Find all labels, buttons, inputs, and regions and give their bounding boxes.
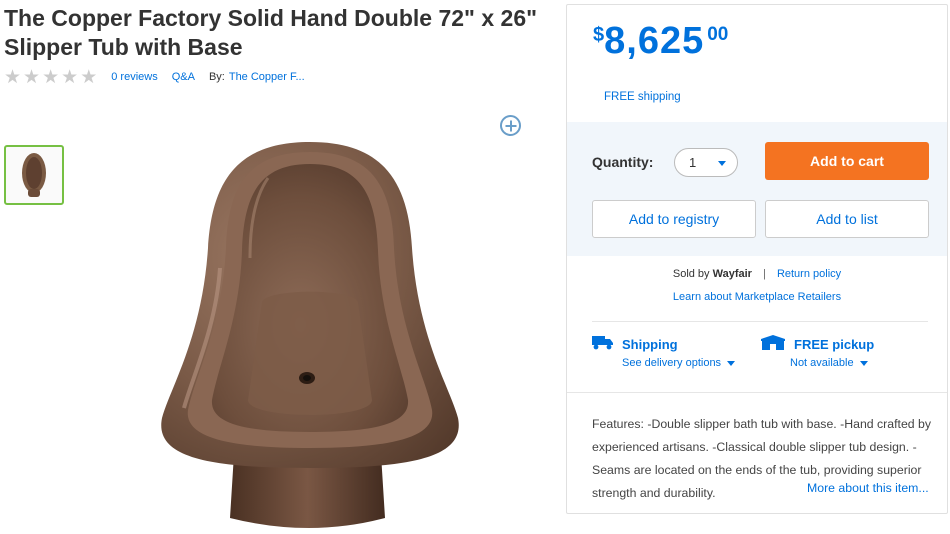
divider [567,392,947,393]
brand-link[interactable]: The Copper F... [229,71,305,83]
add-to-registry-button[interactable]: Add to registry [592,200,756,238]
free-shipping-label: FREE shipping [604,91,681,103]
price-cents: 00 [707,24,729,45]
chevron-down-icon [859,360,868,366]
quantity-value: 1 [689,155,697,170]
product-main-image [161,142,459,528]
star-icon: ★ [61,66,79,88]
truck-icon [592,335,614,353]
marketplace-retailers-link[interactable]: Learn about Marketplace Retailers [567,291,947,303]
chevron-down-icon [718,161,726,166]
shipping-option[interactable]: Shipping See delivery options [592,335,736,369]
pickup-option[interactable]: FREE pickup Not available [760,335,874,369]
shipping-title: Shipping [622,336,678,352]
star-icon: ★ [80,66,98,88]
product-thumbnail[interactable] [4,145,64,205]
quantity-label: Quantity: [592,154,654,170]
sold-by-prefix: Sold by [672,268,710,280]
pickup-availability[interactable]: Not available [790,357,854,369]
star-icon: ★ [42,66,60,88]
more-about-item-link[interactable]: More about this item... [793,479,929,497]
chevron-down-icon [727,360,736,366]
quantity-select[interactable]: 1 [674,148,738,177]
star-icon: ★ [4,66,22,88]
add-to-cart-button[interactable]: Add to cart [765,142,929,180]
price-whole: 8,625 [604,20,705,62]
return-policy-link[interactable]: Return policy [777,268,841,280]
pickup-title: FREE pickup [794,336,875,352]
price-currency: $ [593,24,605,46]
reviews-link[interactable]: 0 reviews [111,71,157,83]
rating-stars[interactable]: ★ ★ ★ ★ ★ [4,68,97,87]
by-label: By: [208,71,225,83]
qa-link[interactable]: Q&A [172,71,195,83]
product-meta-row: ★ ★ ★ ★ ★ 0 reviews Q&A By: The Copper F… [4,66,319,88]
tub-thumbnail-image [22,153,46,197]
sold-by-row: Sold by Wayfair | Return policy [567,268,947,280]
purchase-actions: Quantity: 1 Add to cart Add to registry … [567,122,947,256]
separator: | [763,268,766,280]
star-icon: ★ [23,66,41,88]
divider [592,321,928,322]
seller-name: Wayfair [712,268,752,280]
add-to-list-button[interactable]: Add to list [765,200,929,238]
delivery-options-link[interactable]: See delivery options [622,357,721,369]
zoom-in-icon[interactable] [500,115,521,136]
store-icon [760,335,786,353]
price: $ 8,625 00 [593,21,728,61]
buy-box: $ 8,625 00 FREE shipping Quantity: 1 Add… [566,4,948,514]
product-title: The Copper Factory Solid Hand Double 72"… [4,5,538,60]
